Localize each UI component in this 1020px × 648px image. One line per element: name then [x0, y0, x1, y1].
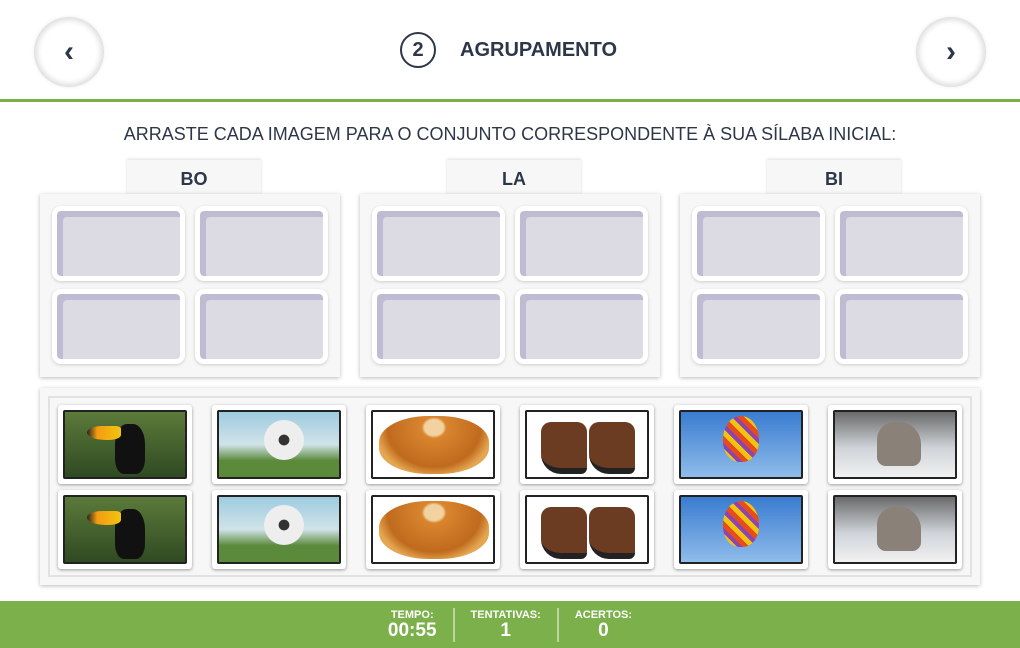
draggable-card-wolf[interactable]: [828, 405, 962, 484]
wolf-image: [833, 410, 957, 479]
status-bar: TEMPO: 00:55 TENTATIVAS: 1 ACERTOS: 0: [0, 601, 1020, 648]
toucan-image: [63, 495, 187, 564]
draggable-card-soccer-ball[interactable]: [212, 405, 346, 484]
draggable-card-toucan[interactable]: [58, 490, 192, 569]
drop-slot[interactable]: [835, 289, 968, 364]
drop-slot[interactable]: [692, 206, 825, 281]
drop-slot[interactable]: [52, 289, 185, 364]
draggable-card-hot-air-balloon[interactable]: [674, 405, 808, 484]
drop-slot[interactable]: [372, 206, 505, 281]
attempts-value: 1: [500, 620, 511, 641]
attempts-stat: TENTATIVAS: 1: [455, 601, 557, 648]
draggable-card-boots[interactable]: [520, 405, 654, 484]
drop-slot[interactable]: [515, 206, 648, 281]
draggable-card-boots[interactable]: [520, 490, 654, 569]
drop-slot[interactable]: [372, 289, 505, 364]
drop-slot[interactable]: [515, 289, 648, 364]
cake-image: [371, 495, 495, 564]
draggable-card-cake[interactable]: [366, 490, 500, 569]
draggable-card-hot-air-balloon[interactable]: [674, 490, 808, 569]
soccer-ball-image: [217, 495, 341, 564]
header-divider: [0, 99, 1020, 102]
hot-air-balloon-image: [679, 495, 803, 564]
chevron-left-icon: ‹: [64, 35, 74, 68]
previous-button[interactable]: ‹: [34, 17, 104, 87]
drop-slot[interactable]: [195, 289, 328, 364]
drop-slot[interactable]: [692, 289, 825, 364]
draggable-card-wolf[interactable]: [828, 490, 962, 569]
page-title: 2 AGRUPAMENTO: [400, 32, 617, 68]
draggable-card-soccer-ball[interactable]: [212, 490, 346, 569]
instruction-text: ARRASTE CADA IMAGEM PARA O CONJUNTO CORR…: [123, 124, 897, 144]
draggable-card-cake[interactable]: [366, 405, 500, 484]
time-stat: TEMPO: 00:55: [372, 601, 453, 648]
cake-image: [371, 410, 495, 479]
soccer-ball-image: [217, 410, 341, 479]
next-button[interactable]: ›: [916, 17, 986, 87]
hits-value: 0: [598, 620, 609, 641]
time-value: 00:55: [387, 620, 437, 641]
group-la-dropzone[interactable]: [360, 194, 660, 377]
group-bo-dropzone[interactable]: [40, 194, 340, 377]
image-tray: [40, 388, 980, 585]
drop-slot[interactable]: [52, 206, 185, 281]
drop-slot[interactable]: [835, 206, 968, 281]
hot-air-balloon-image: [679, 410, 803, 479]
boots-image: [525, 410, 649, 479]
activity-title: AGRUPAMENTO: [460, 38, 618, 61]
drop-slot[interactable]: [195, 206, 328, 281]
chevron-right-icon: ›: [946, 35, 956, 68]
draggable-card-toucan[interactable]: [58, 405, 192, 484]
group-tab-la: LA: [447, 160, 581, 196]
hits-stat: ACERTOS: 0: [559, 601, 648, 648]
group-bi-dropzone[interactable]: [680, 194, 980, 377]
step-number: 2: [400, 32, 436, 68]
group-tab-bo: BO: [127, 160, 261, 196]
wolf-image: [833, 495, 957, 564]
boots-image: [525, 495, 649, 564]
toucan-image: [63, 410, 187, 479]
group-tab-bi: BI: [767, 160, 901, 196]
